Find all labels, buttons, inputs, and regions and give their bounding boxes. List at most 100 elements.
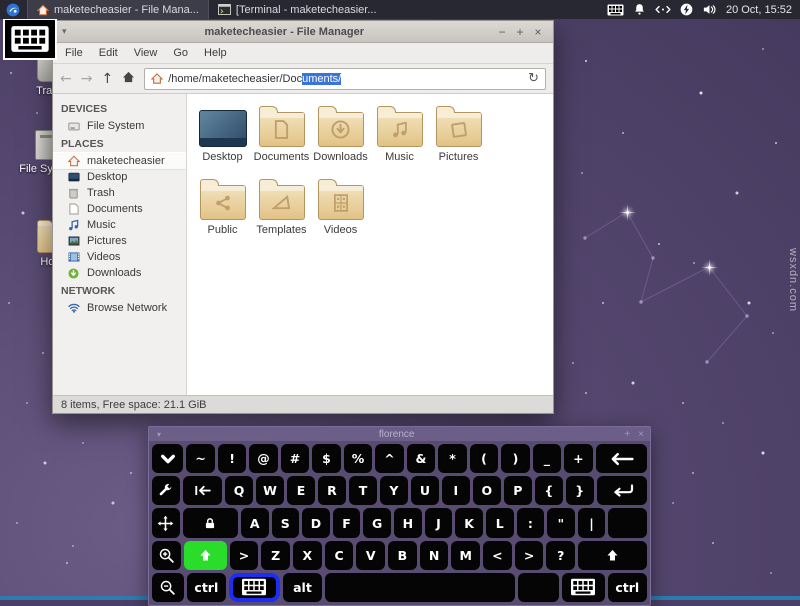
menu-help[interactable]: Help [196, 43, 235, 63]
network-icon[interactable] [655, 5, 671, 14]
key-H[interactable]: H [394, 508, 422, 537]
zoom-out-icon[interactable] [152, 573, 184, 602]
sidebar-item-videos[interactable]: Videos [53, 249, 186, 265]
menu-edit[interactable]: Edit [91, 43, 126, 63]
florence-close-button[interactable]: × [638, 429, 644, 440]
key-O[interactable]: O [473, 476, 501, 505]
file-item-public[interactable]: Public [193, 176, 252, 236]
bell-icon[interactable] [633, 3, 646, 16]
key-*[interactable]: * [438, 444, 466, 473]
key-L[interactable]: L [486, 508, 514, 537]
file-item-templates[interactable]: Templates [252, 176, 311, 236]
enter-icon[interactable] [597, 476, 647, 505]
key-alt[interactable]: alt [283, 573, 322, 602]
forward-button[interactable]: → [81, 72, 93, 86]
key-_[interactable]: _ [533, 444, 561, 473]
key->[interactable]: > [515, 541, 544, 570]
key-:[interactable]: : [517, 508, 545, 537]
file-item-documents[interactable]: Documents [252, 103, 311, 163]
key-}[interactable]: } [566, 476, 594, 505]
backspace-icon[interactable] [596, 444, 647, 473]
lock-icon[interactable] [183, 508, 238, 537]
key-C[interactable]: C [325, 541, 354, 570]
key-X[interactable]: X [293, 541, 322, 570]
sidebar-item-documents[interactable]: Documents [53, 201, 186, 217]
key-Z[interactable]: Z [261, 541, 290, 570]
key-+[interactable]: + [564, 444, 592, 473]
florence-titlebar[interactable]: ▾ florence + × [149, 427, 650, 441]
key-M[interactable]: M [451, 541, 480, 570]
tab-icon[interactable] [183, 476, 222, 505]
sidebar-item-trash[interactable]: Trash [53, 185, 186, 201]
key-|[interactable]: | [578, 508, 606, 537]
key-ctrl[interactable]: ctrl [187, 573, 226, 602]
key-![interactable]: ! [218, 444, 246, 473]
file-item-pictures[interactable]: Pictures [429, 103, 488, 163]
key-&[interactable]: & [407, 444, 435, 473]
key-ctrl[interactable]: ctrl [608, 573, 647, 602]
key-J[interactable]: J [425, 508, 453, 537]
key->[interactable]: > [230, 541, 259, 570]
key-I[interactable]: I [442, 476, 470, 505]
sidebar-item-file-system[interactable]: File System [53, 118, 186, 134]
close-button[interactable]: × [529, 25, 547, 39]
key-%[interactable]: % [344, 444, 372, 473]
key-D[interactable]: D [302, 508, 330, 537]
key-Q[interactable]: Q [225, 476, 253, 505]
key-K[interactable]: K [455, 508, 483, 537]
app-menu-icon[interactable] [6, 3, 20, 17]
key-N[interactable]: N [420, 541, 449, 570]
menu-go[interactable]: Go [165, 43, 196, 63]
florence-minimize-button[interactable]: + [624, 429, 630, 440]
key-blank[interactable] [518, 573, 559, 602]
key-([interactable]: ( [470, 444, 498, 473]
key-R[interactable]: R [318, 476, 346, 505]
key-#[interactable]: # [281, 444, 309, 473]
up-button[interactable]: ↑ [101, 72, 113, 86]
key-)[interactable]: ) [501, 444, 529, 473]
taskbar-button-terminal[interactable]: [Terminal - maketecheasier... [209, 0, 386, 19]
menu-file[interactable]: File [57, 43, 91, 63]
file-item-music[interactable]: Music [370, 103, 429, 163]
sidebar-item-browse-network[interactable]: Browse Network [53, 300, 186, 316]
shift-icon[interactable] [184, 541, 227, 570]
panel-clock[interactable]: 20 Oct, 15:52 [726, 4, 792, 16]
key-?[interactable]: ? [546, 541, 575, 570]
zoom-in-icon[interactable] [152, 541, 181, 570]
key-Y[interactable]: Y [380, 476, 408, 505]
key-^[interactable]: ^ [375, 444, 403, 473]
file-item-downloads[interactable]: Downloads [311, 103, 370, 163]
keyboard-launcher-icon[interactable] [3, 18, 57, 60]
key-U[interactable]: U [411, 476, 439, 505]
key-T[interactable]: T [349, 476, 377, 505]
home-button[interactable] [122, 71, 135, 86]
key-~[interactable]: ~ [186, 444, 214, 473]
sidebar-item-downloads[interactable]: Downloads [53, 265, 186, 281]
key-{[interactable]: { [535, 476, 563, 505]
key-V[interactable]: V [356, 541, 385, 570]
keyboard-icon[interactable] [562, 573, 605, 602]
key-P[interactable]: P [504, 476, 532, 505]
file-item-videos[interactable]: Videos [311, 176, 370, 236]
taskbar-button-home[interactable]: maketecheasier - File Mana... [27, 0, 209, 19]
keyboard-icon[interactable] [607, 4, 624, 16]
maximize-button[interactable]: + [511, 25, 529, 39]
move-icon[interactable] [152, 508, 180, 537]
keyboard-icon[interactable] [229, 573, 280, 602]
key-A[interactable]: A [241, 508, 269, 537]
sidebar-item-desktop[interactable]: Desktop [53, 169, 186, 185]
key-@[interactable]: @ [249, 444, 277, 473]
chevron-down-icon[interactable] [152, 444, 183, 473]
wrench-icon[interactable] [152, 476, 180, 505]
key-G[interactable]: G [363, 508, 391, 537]
back-button[interactable]: ← [60, 72, 72, 86]
shift-icon[interactable] [578, 541, 647, 570]
menu-view[interactable]: View [126, 43, 166, 63]
fm-titlebar[interactable]: ▾ maketecheasier - File Manager − + × [53, 21, 553, 43]
key-W[interactable]: W [256, 476, 284, 505]
sidebar-item-maketecheasier[interactable]: maketecheasier [53, 153, 186, 169]
file-item-desktop[interactable]: Desktop [193, 103, 252, 163]
sidebar-item-pictures[interactable]: Pictures [53, 233, 186, 249]
key-$[interactable]: $ [312, 444, 340, 473]
florence-shade-icon[interactable]: ▾ [149, 430, 169, 439]
